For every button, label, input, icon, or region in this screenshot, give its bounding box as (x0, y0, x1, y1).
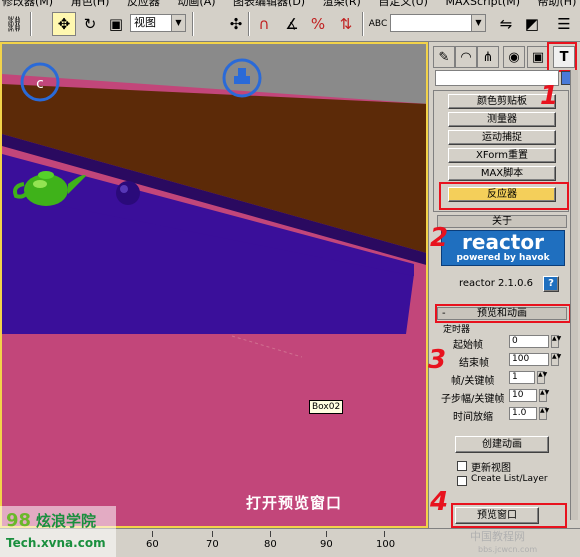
spinner-snap-icon[interactable]: ⇅ (334, 12, 358, 36)
highlight-preview-rollout (435, 304, 571, 323)
substeps-label: 子步幅/关键帧 (441, 394, 505, 405)
start-frame-input[interactable]: 0 (509, 335, 549, 348)
chevron-down-icon: ▼ (471, 15, 485, 31)
main-toolbar: ⛓ ✥ ↻ ▣ 视图 ▼ ✣ ∩ ∡ % ⇅ ABC ▼ ⇋ ◩ ☰ (0, 8, 580, 42)
spinner-icon[interactable]: ▲▼ (539, 407, 549, 420)
command-panel: ✎ ◠ ⋔ ◉ ▣ T 颜色剪贴板 测量器 运动捕捉 XForm重置 MAX脚本… (428, 42, 580, 528)
object-tooltip: Box02 (309, 400, 344, 414)
menu-item-graph-editors[interactable]: 图表编辑器(D) (233, 0, 305, 8)
help-button[interactable]: ? (543, 276, 559, 292)
tick-label: 100 (376, 539, 396, 550)
named-selection-icon[interactable]: ABC (366, 12, 390, 36)
motion-tab-icon[interactable]: ◉ (503, 46, 525, 68)
highlight-utilities-tab (547, 42, 577, 72)
pivot-icon[interactable]: ✣ (224, 12, 248, 36)
time-scale-input[interactable]: 1.0 (509, 407, 537, 420)
hierarchy-tab-icon[interactable]: ⋔ (477, 46, 499, 68)
spinner-icon[interactable]: ▲▼ (537, 371, 547, 384)
modify-tab-icon[interactable]: ◠ (455, 46, 477, 68)
layer-icon[interactable]: ☰ (552, 12, 576, 36)
watermark: 98 炫浪学院 Tech.xvna.com (0, 506, 116, 557)
percent-snap-icon[interactable]: % (306, 12, 330, 36)
snap-icon[interactable]: ∩ (252, 12, 276, 36)
create-animation-button[interactable]: 创建动画 (455, 436, 549, 453)
watermark-site: 中国教程网 (470, 530, 525, 543)
time-scale-label: 时间放缩 (453, 412, 493, 423)
create-list-layer-label: Create List/Layer (471, 474, 548, 484)
watermark-logo: 98 (6, 510, 32, 531)
watermark-name: 炫浪学院 (36, 512, 97, 530)
sphere-object (116, 181, 140, 205)
spinner-icon[interactable]: ▲▼ (539, 389, 549, 402)
xform-reset-button[interactable]: XForm重置 (448, 148, 556, 163)
scene-render: c (2, 44, 426, 358)
about-rollout-header[interactable]: 关于 (437, 215, 567, 228)
frames-per-key-input[interactable]: 1 (509, 371, 535, 384)
highlight-preview-window-button (451, 503, 567, 528)
watermark-site-url: bbs.jcwcn.com (478, 545, 538, 554)
create-list-layer-checkbox[interactable] (457, 476, 467, 486)
angle-snap-icon[interactable]: ∡ (280, 12, 304, 36)
color-clipboard-button[interactable]: 颜色剪贴板 (448, 94, 556, 109)
substeps-input[interactable]: 10 (509, 389, 537, 402)
caption-text: 打开预览窗口 (246, 494, 343, 512)
mirror-icon[interactable]: ⇋ (494, 12, 518, 36)
move-icon[interactable]: ✥ (52, 12, 76, 36)
motion-capture-button[interactable]: 运动捕捉 (448, 130, 556, 145)
highlight-reactor-button (439, 182, 569, 210)
menu-item-rendering[interactable]: 渲染(R) (323, 0, 361, 8)
create-tab-icon[interactable]: ✎ (433, 46, 455, 68)
tick-label: 70 (206, 539, 219, 550)
end-frame-input[interactable]: 100 (509, 353, 549, 366)
tick-label: 80 (264, 539, 277, 550)
watermark-url: Tech.xvna.com (6, 536, 106, 550)
update-viewports-label: 更新视图 (471, 463, 511, 474)
spinner-icon[interactable]: ▲▼ (551, 335, 561, 348)
reactor-logo: reactor powered by havok (441, 230, 565, 266)
reactor-version: reactor 2.1.0.6 (459, 278, 533, 289)
align-icon[interactable]: ◩ (520, 12, 544, 36)
start-frame-label: 起始帧 (453, 340, 483, 351)
perspective-viewport[interactable]: c Box02 打开预览窗口 (0, 42, 428, 528)
spinner-icon[interactable]: ▲▼ (551, 353, 561, 366)
named-selection-dropdown[interactable]: ▼ (390, 14, 486, 32)
menu-item-help[interactable]: 帮助(H) (538, 0, 577, 8)
measure-button[interactable]: 测量器 (448, 112, 556, 127)
svg-text:c: c (36, 76, 44, 92)
scale-icon[interactable]: ▣ (104, 12, 128, 36)
timer-group-label: 定时器 (443, 325, 471, 335)
menu-item-animation[interactable]: 动画(A) (177, 0, 215, 8)
menu-bar: 修改器(M) 角色(H) 反应器 动画(A) 图表编辑器(D) 渲染(R) 自定… (0, 0, 580, 8)
chevron-down-icon: ▼ (171, 15, 185, 31)
name-field[interactable] (435, 70, 559, 86)
tick-label: 90 (320, 539, 333, 550)
end-frame-label: 结束帧 (459, 358, 489, 369)
select-link-icon[interactable]: ⛓ (2, 12, 26, 36)
menu-item-customize[interactable]: 自定义(U) (378, 0, 428, 8)
menu-item-maxscript[interactable]: MAXScript(M) (445, 0, 520, 8)
frames-per-key-label: 帧/关键帧 (451, 376, 495, 387)
reference-coordinate-dropdown[interactable]: 视图 ▼ (130, 14, 186, 32)
menu-item-character[interactable]: 角色(H) (71, 0, 110, 8)
panel-scrollbar[interactable] (570, 70, 578, 520)
menu-item-modifiers[interactable]: 修改器(M) (2, 0, 53, 8)
update-viewports-checkbox[interactable] (457, 461, 467, 471)
rotate-icon[interactable]: ↻ (78, 12, 102, 36)
tick-label: 60 (146, 539, 159, 550)
maxscript-button[interactable]: MAX脚本 (448, 166, 556, 181)
menu-item-reactor[interactable]: 反应器 (127, 0, 160, 8)
display-tab-icon[interactable]: ▣ (527, 46, 549, 68)
